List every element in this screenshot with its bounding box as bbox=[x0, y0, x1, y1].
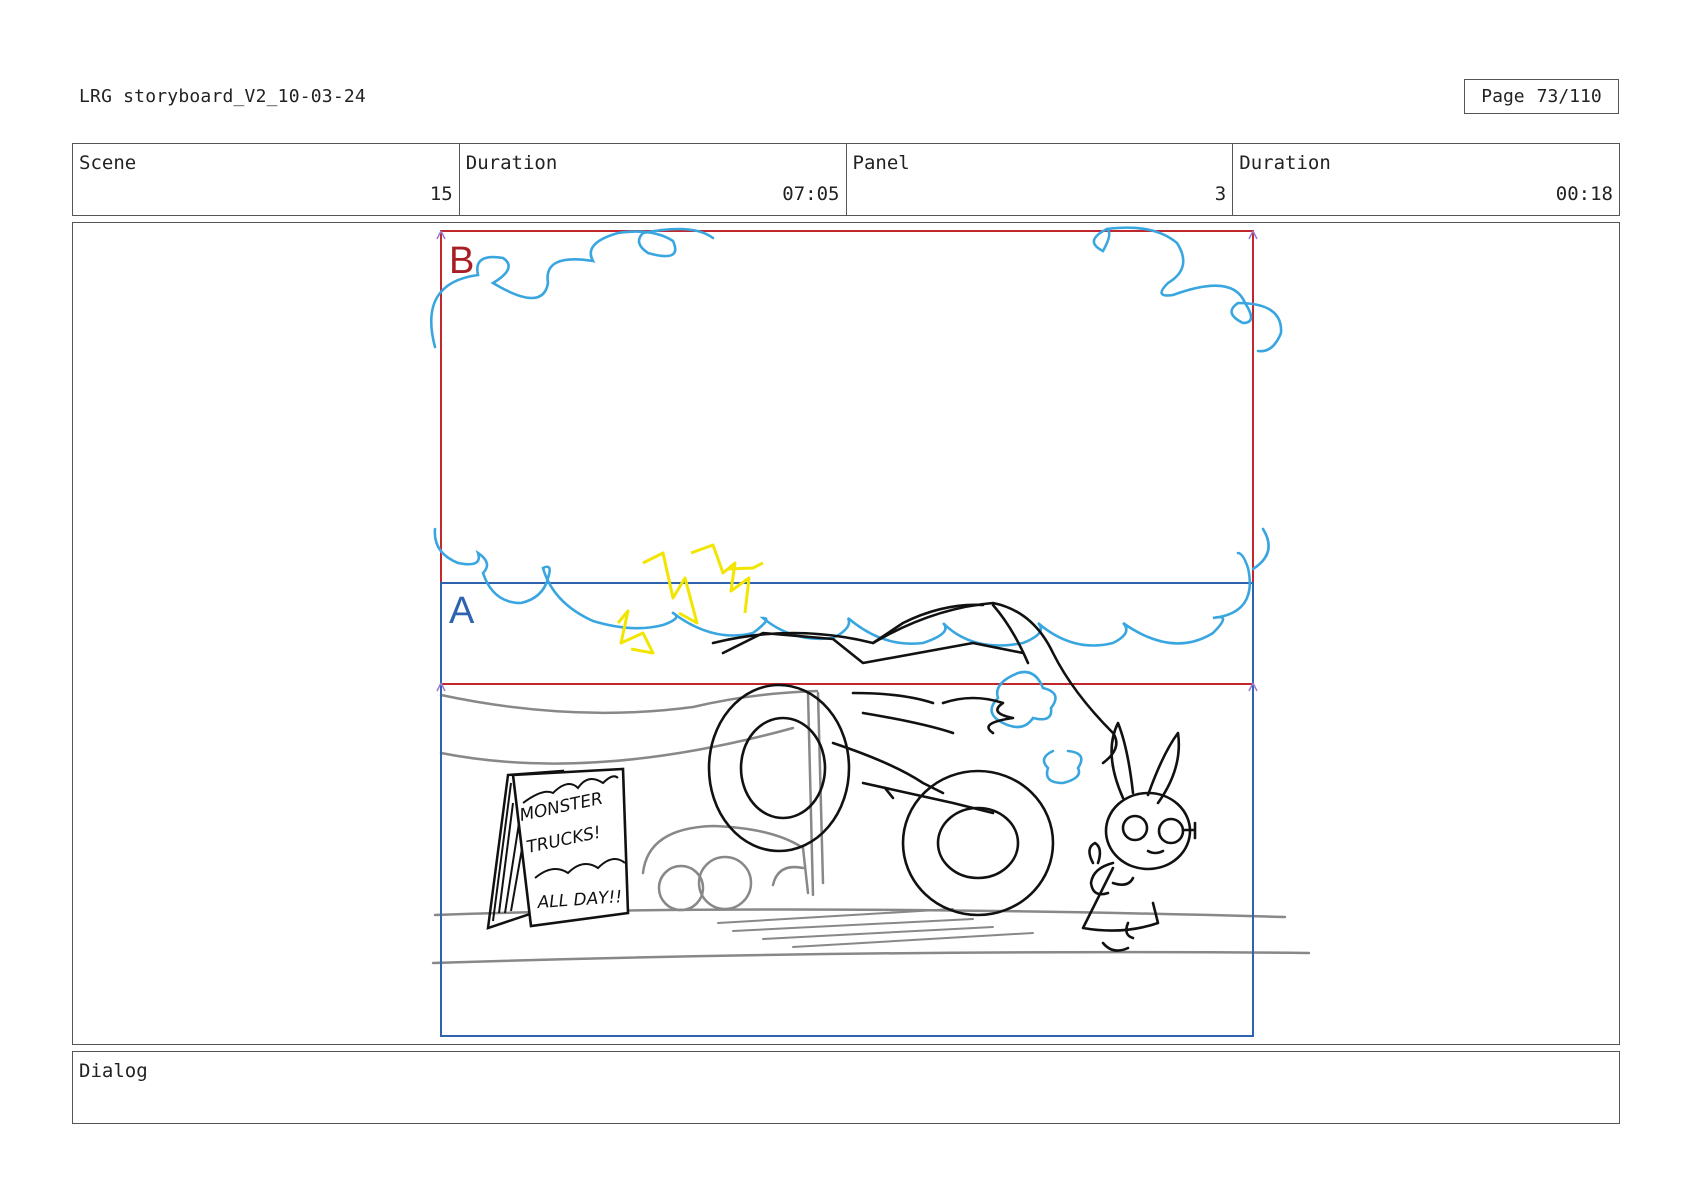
scene-duration-value: 07:05 bbox=[782, 183, 840, 205]
scene-cell: Scene 15 bbox=[73, 144, 459, 215]
panel-cell: Panel 3 bbox=[845, 144, 1233, 215]
storyboard-sketch: B A MONSTER TRUCKS! ALL DAY!! bbox=[430, 226, 1311, 1037]
page-value: 73/110 bbox=[1536, 86, 1602, 107]
dialog-box: Dialog bbox=[72, 1051, 1620, 1124]
page-label: Page bbox=[1481, 86, 1525, 107]
page-indicator: Page 73/110 bbox=[1464, 79, 1619, 114]
frame-a-label: A bbox=[449, 590, 475, 632]
panel-duration-value: 00:18 bbox=[1555, 183, 1613, 205]
monster-trucks-sign: MONSTER TRUCKS! ALL DAY!! bbox=[486, 767, 630, 930]
cloud-outline bbox=[430, 226, 1283, 785]
dialog-label: Dialog bbox=[79, 1060, 148, 1082]
panel-duration-cell: Duration 00:18 bbox=[1232, 144, 1619, 215]
frame-b bbox=[440, 230, 1254, 685]
scene-duration-cell: Duration 07:05 bbox=[458, 144, 846, 215]
scene-value: 15 bbox=[429, 183, 453, 205]
frame-corner-marks bbox=[436, 230, 1258, 692]
panel-value: 3 bbox=[1214, 183, 1227, 205]
panel-label: Panel bbox=[852, 152, 910, 174]
monster-truck-sketch bbox=[707, 601, 1118, 917]
storyboard-frame: B A MONSTER TRUCKS! ALL DAY!! bbox=[72, 222, 1620, 1045]
scene-info-row: Scene 15 Duration 07:05 Panel 3 Duration… bbox=[72, 143, 1620, 216]
document-title: LRG storyboard_V2_10-03-24 bbox=[79, 86, 366, 107]
panel-duration-label: Duration bbox=[1239, 152, 1331, 174]
scene-label: Scene bbox=[79, 152, 137, 174]
bunny-character bbox=[1081, 721, 1197, 952]
scene-duration-label: Duration bbox=[465, 152, 558, 174]
